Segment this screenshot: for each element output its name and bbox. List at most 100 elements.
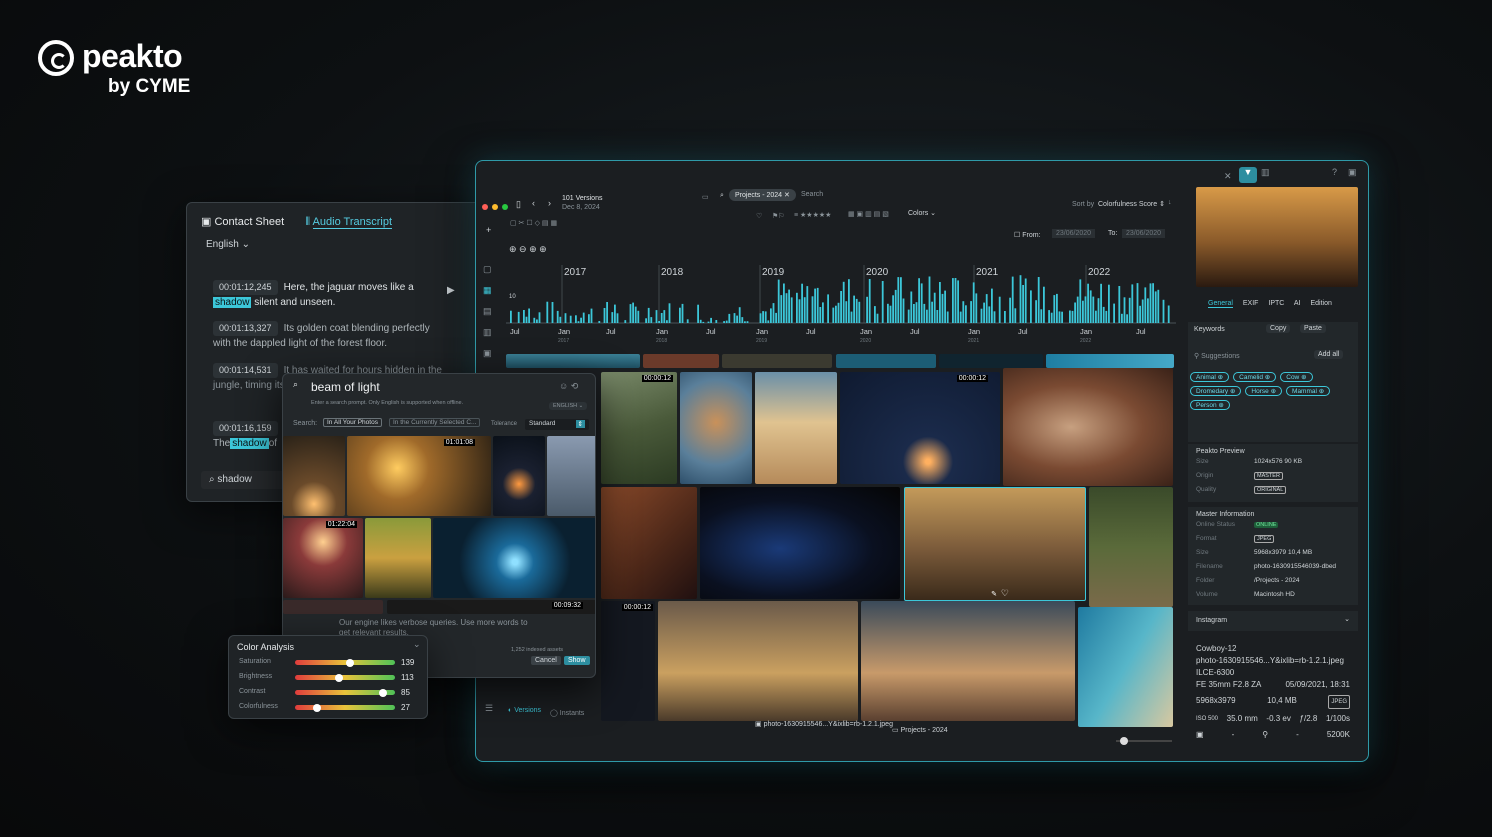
zoom-window-button[interactable] <box>502 204 508 210</box>
photo-thumbnail[interactable] <box>658 601 858 721</box>
chevron-down-icon[interactable]: ⌄ <box>413 639 421 650</box>
tab-exif[interactable]: EXIF <box>1243 300 1259 307</box>
tag-cow[interactable]: Cow ⊕ <box>1280 372 1313 382</box>
sidebar-toggle-icon[interactable]: ▯ <box>516 199 521 210</box>
chevron-down-icon[interactable]: ⌄ <box>1344 615 1350 623</box>
from-checkbox[interactable]: ☐ From: <box>1014 231 1041 239</box>
photo-thumbnail[interactable] <box>1078 607 1173 727</box>
tag-label: Camelid <box>1239 374 1263 381</box>
back-icon[interactable]: ‹ <box>532 198 535 208</box>
scope-selected[interactable]: In the Currently Selected C... <box>389 418 481 427</box>
result-thumbnail[interactable]: 01:01:08 <box>347 436 491 516</box>
zoom-slider[interactable] <box>1116 737 1172 745</box>
tab-versions[interactable]: ◐ Versions <box>508 707 541 714</box>
photo-thumbnail[interactable] <box>1089 487 1173 607</box>
paste-button[interactable]: Paste <box>1300 324 1326 333</box>
timestamp[interactable]: 00:01:16,159 <box>213 421 278 436</box>
photo-thumbnail[interactable] <box>939 354 1043 368</box>
timestamp[interactable]: 00:01:12,245 <box>213 280 278 295</box>
tab-iptc[interactable]: IPTC <box>1268 300 1284 307</box>
tag-camelid[interactable]: Camelid ⊕ <box>1233 372 1277 382</box>
tolerance-select[interactable]: Standard ⇕ <box>525 419 589 430</box>
flag-icon[interactable]: ⚑⚐ <box>772 212 785 220</box>
result-thumbnail[interactable] <box>283 600 383 614</box>
rating-stars[interactable]: ≡ ★★★★★ <box>794 211 831 219</box>
result-thumbnail[interactable] <box>547 436 595 516</box>
search-icon[interactable]: ⌕ <box>720 192 724 200</box>
scope-all-photos[interactable]: In All Your Photos <box>323 418 382 427</box>
photo-thumbnail[interactable] <box>755 372 837 484</box>
tab-edition[interactable]: Edition <box>1310 300 1331 307</box>
instagram-header[interactable]: Instagram ⌄ <box>1188 611 1358 631</box>
tag-dromedary[interactable]: Dromedary ⊕ <box>1190 386 1242 396</box>
edit-icon[interactable]: ✎ <box>991 590 997 598</box>
photo-thumbnail[interactable]: 00:00:12 <box>601 372 677 484</box>
result-thumbnail[interactable] <box>365 518 431 598</box>
add-icon[interactable]: + <box>486 225 491 235</box>
photo-thumbnail[interactable] <box>643 354 719 368</box>
photo-thumbnail[interactable] <box>700 487 900 599</box>
timeline-histogram[interactable]: 10 2017 2018 2019 2020 2021 2022 Jul Jan Jul Jan Ju… <box>506 251 1176 346</box>
transcript-line[interactable]: 00:01:13,327 Its golden coat blending per… <box>213 321 463 351</box>
timestamp[interactable]: 00:01:13,327 <box>213 321 278 336</box>
tab-instants[interactable]: ◯ Instants <box>550 709 584 717</box>
sort-direction-icon[interactable]: ↓ <box>1168 199 1172 206</box>
tab-contact-sheet[interactable]: Contact Sheet <box>214 216 284 228</box>
ai-search-icons[interactable]: ☺ ⟲ <box>559 381 578 392</box>
copy-button[interactable]: Copy <box>1266 324 1291 333</box>
tag-person[interactable]: Person ⊕ <box>1190 400 1230 410</box>
photo-thumbnail[interactable] <box>506 354 640 368</box>
photo-thumbnail[interactable] <box>1046 354 1174 368</box>
transcript-line[interactable]: 00:01:12,245 Here, the jaguar moves like … <box>213 280 463 310</box>
menu-icon[interactable]: ☰ <box>485 703 493 714</box>
help-icon[interactable]: ? <box>1332 167 1337 177</box>
tab-audio-transcript[interactable]: Audio Transcript <box>312 216 393 229</box>
language-select[interactable]: English ⌄ <box>206 239 250 250</box>
result-thumbnail[interactable]: 00:09:32 <box>387 600 595 614</box>
colors-dropdown[interactable]: Colors ⌄ <box>908 209 936 217</box>
zoom-slider-knob[interactable] <box>1120 737 1128 745</box>
photo-thumbnail[interactable] <box>861 601 1075 721</box>
forward-icon[interactable]: › <box>548 198 551 208</box>
project-filter-chip[interactable]: Projects - 2024 ✕ <box>729 189 796 201</box>
photo-thumbnail[interactable] <box>601 487 697 599</box>
tag-mammal[interactable]: Mammal ⊕ <box>1286 386 1331 396</box>
panel-toggle-icon[interactable]: ▣ <box>1348 167 1357 178</box>
tag-horse[interactable]: Horse ⊕ <box>1245 386 1283 396</box>
show-button[interactable]: Show <box>564 656 590 665</box>
language-dropdown[interactable]: ENGLISH ⌄ <box>549 402 588 410</box>
heart-icon[interactable]: ♡ <box>756 212 762 220</box>
view-icons[interactable]: ▦ ▣ ▥ ▤ ▧ <box>848 210 889 218</box>
search-input[interactable]: Search <box>801 191 823 198</box>
photo-thumbnail[interactable] <box>680 372 752 484</box>
tab-ai[interactable]: AI <box>1294 300 1301 307</box>
photo-thumbnail[interactable] <box>722 354 832 368</box>
to-date-field[interactable]: 23/06/2020 <box>1122 229 1166 238</box>
photo-thumbnail[interactable] <box>836 354 936 368</box>
play-icon[interactable]: ▶ <box>447 285 455 296</box>
photo-thumbnail-selected[interactable]: ✎ ♡ <box>904 487 1086 601</box>
toolbar-icons[interactable]: ▢ ✂ ☐ ◇ ▤ ▦ <box>510 219 557 227</box>
sort-dropdown[interactable]: Colorfulness Score ⇕ <box>1098 200 1165 208</box>
timestamp[interactable]: 00:01:14,531 <box>213 363 278 378</box>
histogram-icon[interactable]: ▥ <box>1261 167 1270 178</box>
result-thumbnail[interactable] <box>433 518 595 598</box>
minimize-window-button[interactable] <box>492 204 498 210</box>
chat-icon[interactable]: ▭ <box>702 193 709 201</box>
from-date-field[interactable]: 23/06/2020 <box>1052 229 1096 238</box>
result-thumbnail[interactable] <box>493 436 545 516</box>
heart-icon[interactable]: ♡ <box>1001 588 1009 599</box>
result-thumbnail[interactable] <box>283 436 345 516</box>
tag-animal[interactable]: Animal ⊕ <box>1190 372 1230 382</box>
photo-thumbnail[interactable]: 00:00:12 <box>601 601 655 721</box>
tab-general[interactable]: General <box>1208 300 1233 308</box>
close-window-button[interactable] <box>482 204 488 210</box>
inspector-tabs[interactable]: General EXIF IPTC AI Edition <box>1208 300 1368 308</box>
photo-thumbnail[interactable]: 00:00:12 <box>840 372 1000 484</box>
search-query-input[interactable]: beam of light <box>311 380 380 394</box>
add-all-button[interactable]: Add all <box>1314 350 1344 359</box>
photo-thumbnail[interactable] <box>1003 368 1173 486</box>
left-rail[interactable]: ▢ ▦ ▤ ▥ ▣ <box>483 259 492 364</box>
cancel-button[interactable]: Cancel <box>531 656 561 665</box>
result-thumbnail[interactable]: 01:22:04 <box>283 518 363 598</box>
